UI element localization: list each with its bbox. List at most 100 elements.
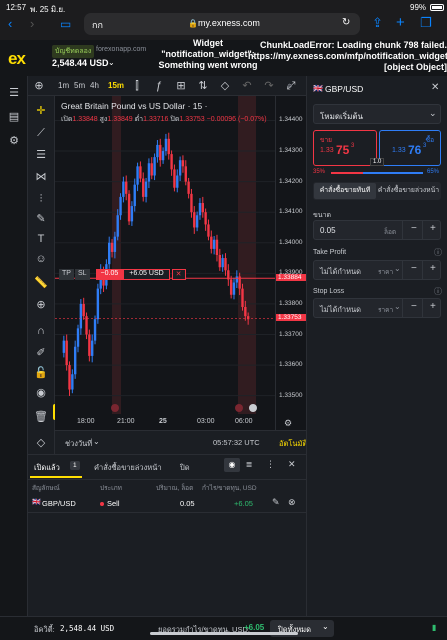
reload-icon[interactable]: ↻: [342, 17, 350, 28]
volume-minus-button[interactable]: −: [411, 223, 417, 234]
magnet-icon[interactable]: ∩: [34, 324, 48, 338]
share-icon[interactable]: ⇪: [372, 16, 383, 30]
take-profit-value[interactable]: ไม่ได้กำหนด: [320, 266, 361, 278]
layers-icon[interactable]: ≣: [242, 458, 256, 472]
tp-plus-button[interactable]: +: [430, 263, 436, 274]
alert-icon[interactable]: ◇: [218, 79, 232, 93]
timeframe-1m[interactable]: 1m: [58, 81, 69, 90]
date-range-label[interactable]: ช่วงวันที่: [65, 438, 92, 450]
emoji-icon[interactable]: ☺: [34, 252, 48, 266]
projection-icon[interactable]: ⫶: [34, 192, 48, 206]
timeframe-4h[interactable]: 4h: [90, 81, 99, 90]
chart-settings-icon[interactable]: ⚙: [284, 418, 292, 429]
close-panel-icon[interactable]: ✕: [431, 82, 439, 93]
buy-button[interactable]: ซื้อ 1.33 76 3: [379, 130, 441, 166]
mode-select[interactable]: โหมดเริ่มต้น ⌄: [313, 104, 441, 124]
menu-icon[interactable]: ☰: [7, 86, 21, 100]
zoom-icon[interactable]: ⊕: [34, 298, 48, 312]
compare-icon[interactable]: ⇅: [196, 79, 210, 93]
chevron-down-icon[interactable]: ⌄: [93, 437, 100, 446]
sl-button[interactable]: SL: [74, 269, 90, 280]
stop-loss-input: ไม่ได้กำหนด ราคา ⌄ − +: [313, 298, 441, 318]
lock-drawings-icon[interactable]: ✐: [34, 346, 48, 360]
chevron-down-icon[interactable]: ⌄: [108, 58, 115, 67]
indicators-icon[interactable]: ƒ: [152, 79, 166, 93]
timeframe-5m[interactable]: 5m: [74, 81, 85, 90]
price-chart[interactable]: Great Britain Pound vs US Dollar · 15 · …: [55, 96, 275, 430]
close-icon[interactable]: ✕: [288, 459, 296, 470]
volume-plus-button[interactable]: +: [430, 223, 436, 234]
bookmarks-icon[interactable]: ▭: [60, 17, 71, 31]
calendar-icon[interactable]: ▤: [7, 110, 21, 124]
forward-icon[interactable]: ›: [30, 17, 34, 31]
price-tick-label: 1.33800: [279, 299, 303, 307]
address-bar[interactable]: กก 🔒 my.exness.com ↻: [84, 13, 360, 35]
sl-minus-button[interactable]: −: [411, 301, 417, 312]
crosshair-icon[interactable]: ✛: [34, 104, 48, 118]
settings-icon[interactable]: ⚙: [7, 134, 21, 148]
close-position-icon[interactable]: ⊗: [288, 497, 296, 508]
more-icon[interactable]: ⋮: [266, 459, 275, 470]
trendline-icon[interactable]: ⟋: [34, 126, 48, 140]
pattern-icon[interactable]: ⋈: [34, 170, 48, 184]
sl-plus-button[interactable]: +: [430, 301, 436, 312]
chart-canvas[interactable]: [55, 96, 275, 430]
stop-loss-value[interactable]: ไม่ได้กำหนด: [320, 304, 361, 316]
undo-icon[interactable]: ↶: [240, 79, 254, 93]
candle-body: [108, 242, 111, 265]
eye-icon[interactable]: ◉: [224, 458, 240, 472]
volume-input[interactable]: 0.05: [320, 226, 336, 235]
objects-icon[interactable]: ◇: [34, 436, 48, 450]
position-line-label[interactable]: TP SL −0.05 +6.05 USD ✕: [59, 269, 186, 280]
candle-body: [241, 288, 244, 307]
tab-closed[interactable]: ปิด: [180, 462, 190, 474]
range-bar: ช่วงวันที่ ⌄ 05:57:32 UTC อัตโนมัติ: [55, 430, 307, 454]
tp-button[interactable]: TP: [59, 269, 74, 280]
take-profit-unit[interactable]: ราคา: [378, 267, 393, 277]
text-icon[interactable]: T: [34, 232, 48, 246]
session-band: [238, 96, 256, 414]
event-marker-icon: [235, 404, 243, 412]
candle-body: [147, 163, 151, 182]
sell-button[interactable]: ขาย 1.33 75 3: [313, 130, 377, 166]
tabs-icon[interactable]: ❐: [420, 16, 432, 30]
tab-market-order[interactable]: คำสั่งซื้อขายทันที: [314, 183, 376, 199]
redo-icon[interactable]: ↷: [262, 79, 276, 93]
candle-body: [184, 166, 187, 182]
timeframe-15m[interactable]: 15m: [108, 81, 124, 90]
stop-loss-unit[interactable]: ราคา: [378, 305, 393, 315]
price-axis[interactable]: 1.34400 1.34300 1.34200 1.34100 1.34000 1.339…: [275, 96, 306, 430]
settings-gear-icon[interactable]: ⚙: [287, 83, 292, 90]
position-volume: −0.05: [95, 269, 124, 280]
ruler-icon[interactable]: 📏: [34, 276, 48, 290]
chevron-down-icon[interactable]: ⌄: [394, 302, 401, 311]
candle-body: [232, 282, 236, 295]
trash-icon[interactable]: 🗑: [34, 410, 48, 424]
candle-body: [161, 151, 165, 161]
utc-clock[interactable]: 05:57:32 UTC: [213, 438, 260, 447]
lock-icon[interactable]: 🔓: [34, 366, 48, 380]
close-position-button[interactable]: ✕: [171, 269, 186, 280]
candle-body: [122, 181, 125, 197]
info-icon[interactable]: ⓘ: [434, 247, 442, 258]
chart-type-icon[interactable]: ⫿: [130, 79, 144, 93]
add-indicator-icon[interactable]: ⊕: [32, 79, 46, 93]
brush-icon[interactable]: ✎: [34, 212, 48, 226]
auto-scale-toggle[interactable]: อัตโนมัติ: [279, 438, 307, 450]
back-icon[interactable]: ‹: [8, 17, 12, 31]
edit-icon[interactable]: ✎: [272, 497, 280, 508]
table-row[interactable]: 🇬🇧 GBP/USD Sell 0.05 +6.05 ✎ ⊗: [28, 493, 306, 513]
layout-icon[interactable]: ⊞: [174, 79, 188, 93]
balance[interactable]: 2,548.44 USD: [52, 58, 109, 68]
info-icon[interactable]: ⓘ: [434, 286, 442, 297]
time-axis[interactable]: 18:00 21:00 25 03:00 06:00: [55, 414, 275, 430]
tab-pending[interactable]: คำสั่งซื้อขายล่วงหน้า: [94, 462, 162, 474]
chevron-down-icon[interactable]: ⌄: [394, 264, 401, 273]
new-tab-icon[interactable]: +: [396, 15, 405, 30]
volume-stepper: 0.05 ล็อต − +: [313, 220, 441, 240]
eye-icon[interactable]: ◉: [34, 386, 48, 400]
tp-minus-button[interactable]: −: [411, 263, 417, 274]
fib-icon[interactable]: ☰: [34, 148, 48, 162]
lock-icon: 🔒: [188, 19, 198, 28]
tab-pending-order[interactable]: คำสั่งซื้อขายล่วงหน้า: [377, 183, 440, 199]
